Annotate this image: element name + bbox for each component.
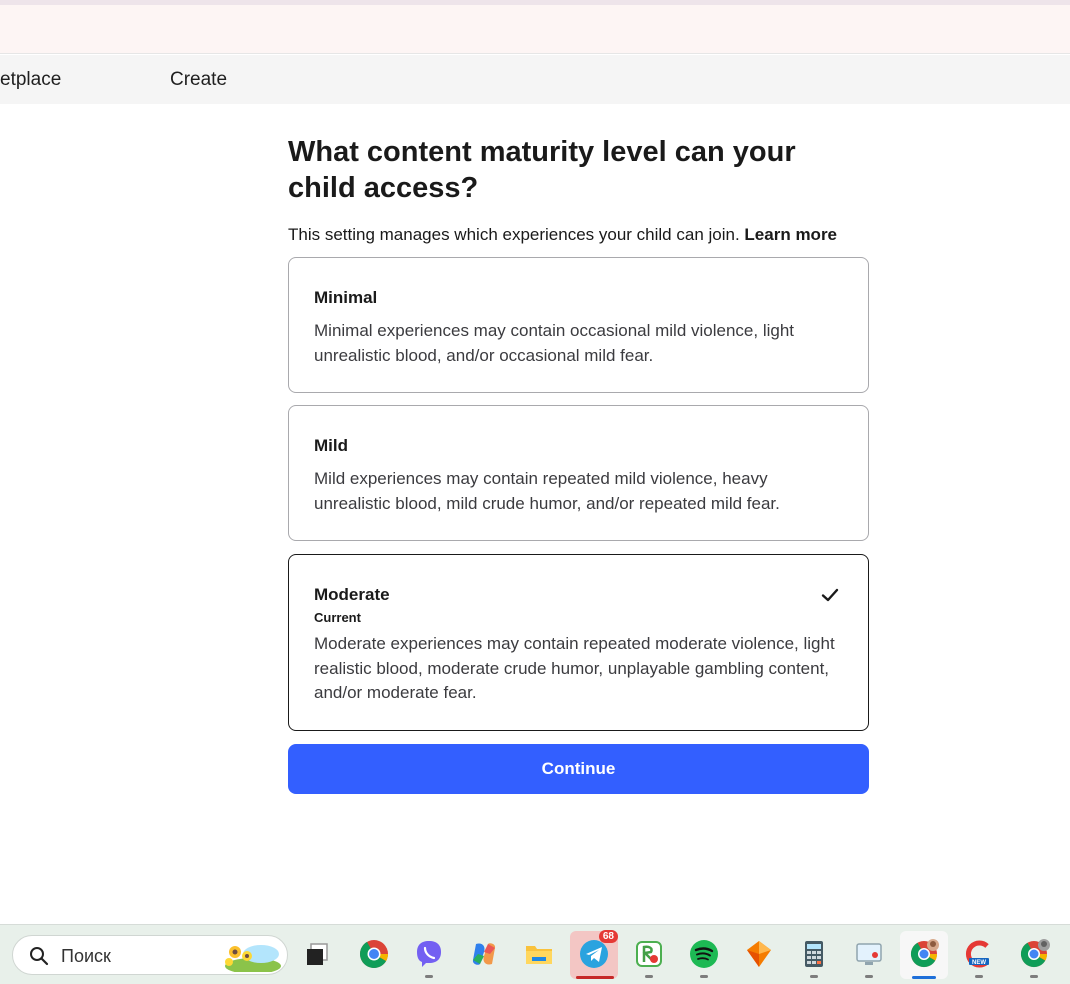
current-label: Current xyxy=(314,610,361,625)
svg-text:NEW: NEW xyxy=(972,960,986,966)
stack-app-icon[interactable] xyxy=(741,936,777,972)
nav-item-create[interactable]: Create xyxy=(170,69,227,91)
notification-badge: 68 xyxy=(598,930,618,943)
running-indicator xyxy=(810,975,818,978)
task-view-icon[interactable] xyxy=(300,936,336,972)
page-title: What content maturity level can your chi… xyxy=(288,136,796,204)
option-description: Moderate experiences may contain repeate… xyxy=(314,634,835,702)
running-indicator xyxy=(425,975,433,978)
running-indicator xyxy=(700,975,708,978)
screen-tool-icon[interactable] xyxy=(851,936,887,978)
calculator-icon[interactable] xyxy=(796,936,832,978)
ccleaner-icon[interactable]: NEW xyxy=(961,936,997,978)
telegram-icon[interactable]: 68 xyxy=(576,930,618,972)
running-indicator xyxy=(975,975,983,978)
option-title: Moderate xyxy=(314,585,390,604)
learn-more-link[interactable]: Learn more xyxy=(744,225,837,244)
nav-bar: etplace Create xyxy=(0,55,1070,104)
option-moderate[interactable]: Moderate Current Moderate experiences ma… xyxy=(288,554,869,731)
top-banner xyxy=(0,5,1070,54)
option-title: Minimal xyxy=(314,288,378,307)
chrome-profile-icon[interactable] xyxy=(906,936,942,972)
option-title: Mild xyxy=(314,436,348,455)
sunflower-field-icon xyxy=(225,945,281,972)
page-description: This setting manages which experiences y… xyxy=(288,222,869,248)
running-indicator xyxy=(1030,975,1038,978)
option-description: Minimal experiences may contain occasion… xyxy=(314,321,795,365)
chrome-icon[interactable] xyxy=(356,936,392,972)
copilot-icon[interactable] xyxy=(466,936,502,972)
running-indicator xyxy=(865,975,873,978)
running-indicator xyxy=(645,975,653,978)
file-explorer-icon[interactable] xyxy=(521,936,557,972)
taskbar-search[interactable]: Поиск xyxy=(12,935,288,975)
active-indicator xyxy=(576,976,614,979)
taskbar: Поиск 68 NEW xyxy=(0,924,1070,984)
checkmark-icon xyxy=(821,588,839,602)
chrome-profile-2-icon[interactable] xyxy=(1016,936,1052,978)
option-minimal[interactable]: Minimal Minimal experiences may contain … xyxy=(288,257,869,393)
description-text: This setting manages which experiences y… xyxy=(288,225,740,244)
spotify-icon[interactable] xyxy=(686,936,722,978)
active-indicator xyxy=(912,976,936,979)
option-description: Mild experiences may contain repeated mi… xyxy=(314,469,780,513)
search-icon xyxy=(30,947,49,966)
nav-item-marketplace[interactable]: etplace xyxy=(0,69,61,91)
maturity-form-header: What content maturity level can your chi… xyxy=(288,134,869,248)
contacts-app-icon[interactable] xyxy=(631,936,667,978)
search-placeholder: Поиск xyxy=(61,946,111,966)
continue-button[interactable]: Continue xyxy=(288,744,869,794)
viber-icon[interactable] xyxy=(411,936,447,978)
option-mild[interactable]: Mild Mild experiences may contain repeat… xyxy=(288,405,869,541)
